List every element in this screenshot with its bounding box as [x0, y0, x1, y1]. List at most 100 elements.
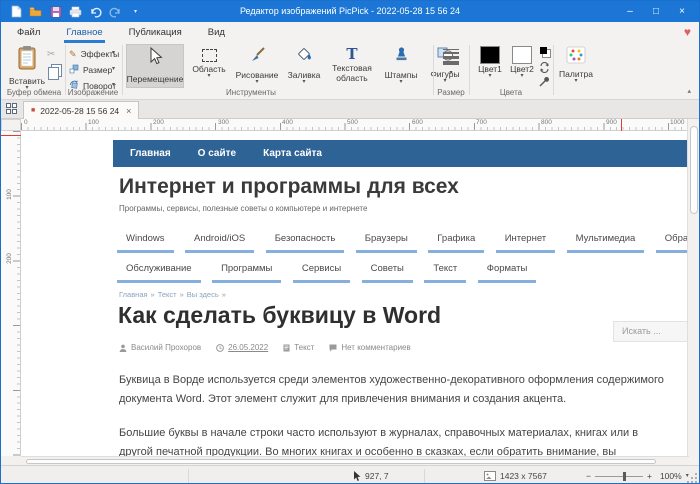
webpage-menu-item: Интернет [495, 229, 556, 253]
breadcrumb-link: Главная [119, 290, 148, 299]
paste-button[interactable]: Вставить ▾ [7, 45, 47, 91]
fill-tool-button[interactable]: Заливка ▾ [285, 44, 323, 88]
brush-icon [249, 46, 266, 68]
effects-icon: ✎ [69, 48, 77, 59]
breadcrumb-link: Текст [157, 290, 177, 299]
text-area-label-2: область [336, 73, 368, 83]
zoom-level[interactable]: 100% [660, 466, 682, 483]
tools-group-label: Инструменты [226, 88, 276, 97]
webpage-paragraph-1: Буквица в Ворде используется среди элеме… [119, 374, 664, 405]
move-tool-label: Перемещение [126, 74, 184, 84]
image-size: 1423 x 7567 [484, 466, 547, 483]
webpage-search-box: Искать ... [613, 321, 689, 342]
ribbon-separator [122, 45, 123, 95]
line-size-button[interactable]: ▾ [437, 47, 465, 76]
color1-button[interactable]: Цвет1 ▾ [475, 46, 505, 79]
text-area-tool-button[interactable]: T Текстовая область [328, 44, 376, 88]
webpage-menu-item: Форматы [477, 259, 537, 283]
ribbon-collapse-icon[interactable]: ▴ [687, 87, 691, 95]
palette-icon [566, 46, 586, 69]
ruler-label: 900 [606, 119, 617, 126]
maximize-button[interactable]: □ [643, 1, 669, 22]
heart-icon[interactable]: ♥ [684, 25, 691, 39]
webpage-meta-author: Василий Прохоров [119, 343, 201, 352]
copy-icon[interactable] [48, 67, 59, 80]
menu-share[interactable]: Публикация [127, 23, 184, 42]
document-tab[interactable]: ■ 2022-05-28 15 56 24 × [23, 101, 140, 119]
webpage-menu-item: Текст [424, 259, 467, 283]
zoom-in-button[interactable]: + [647, 466, 652, 483]
ruler-label: 800 [541, 119, 552, 126]
breadcrumb-separator: » [150, 290, 155, 299]
vertical-ruler[interactable]: 100 200 [1, 131, 21, 456]
image-group-label: Изображение [67, 88, 119, 97]
palette-button[interactable]: Палитра ▾ [558, 46, 594, 84]
comment-icon [329, 344, 337, 351]
ruler-label: 100 [88, 119, 99, 126]
minimize-button[interactable]: – [617, 1, 643, 22]
draw-tool-button[interactable]: Рисование ▾ [234, 44, 280, 88]
menu-home[interactable]: Главное [64, 23, 105, 43]
webpage-nav-about: О сайте [197, 148, 237, 159]
breadcrumb-link: Вы здесь [186, 290, 219, 299]
zoom-slider[interactable] [594, 471, 643, 481]
palette-chevron-icon: ▾ [574, 78, 578, 84]
stamps-tool-button[interactable]: Штампы ▾ [381, 44, 421, 88]
stamp-icon [393, 46, 410, 68]
ruler-label: 400 [282, 119, 293, 126]
horizontal-scrollbar[interactable] [21, 456, 689, 465]
resize-button[interactable]: Размер [69, 63, 112, 77]
zoom-slider-thumb[interactable] [622, 471, 626, 481]
webpage-menu-item: Образование [655, 229, 689, 253]
color2-swatch [512, 46, 532, 64]
image-canvas[interactable]: Главная О сайте Карта сайта Интернет и п… [21, 131, 689, 456]
resize-grip[interactable] [687, 473, 697, 483]
webpage-menu-item: Браузеры [355, 229, 417, 253]
tab-close-icon[interactable]: × [126, 106, 131, 116]
text-area-icon: T [346, 45, 358, 63]
webpage-menu-item: Советы [361, 259, 413, 283]
colors-group-label: Цвета [499, 88, 523, 97]
horizontal-scrollbar-thumb[interactable] [26, 459, 656, 464]
color2-button[interactable]: Цвет2 ▾ [507, 46, 537, 79]
webpage-menu-item: Сервисы [292, 259, 351, 283]
fg-bg-colors-icon[interactable] [540, 47, 547, 54]
cut-icon[interactable]: ✂ [47, 49, 55, 60]
scrollbar-corner [1, 456, 21, 465]
webpage-paragraph-2: Большие буквы в начале строки часто испо… [119, 427, 639, 456]
webpage-tagline: Программы, сервисы, полезные советы о ко… [119, 204, 368, 213]
zoom-out-button[interactable]: − [586, 466, 591, 483]
ribbon-separator [553, 45, 554, 95]
menu-file[interactable]: Файл [15, 23, 42, 42]
cursor-position-icon [354, 470, 361, 481]
webpage-meta-row: Василий Прохоров 26.05.2022 Текст Нет ко… [119, 343, 411, 352]
zoom-controls: − + 100% ▾ [586, 466, 689, 483]
webpage-nav-sitemap: Карта сайта [263, 148, 322, 159]
webpage-site-title: Интернет и программы для всех [119, 175, 459, 198]
picpick-window: ▾ Редактор изображений PicPick - 2022-05… [0, 0, 700, 484]
document-tabbar: ■ 2022-05-28 15 56 24 × [1, 100, 699, 119]
selection-tool-button[interactable]: Область ▾ [189, 44, 229, 88]
tab-title: 2022-05-28 15 56 24 [40, 105, 120, 116]
ruler-label: 200 [153, 119, 164, 126]
close-button[interactable]: × [669, 1, 695, 22]
webpage-meta-date: 26.05.2022 [216, 343, 268, 352]
webpage-menu-item: Windows [117, 229, 174, 253]
vertical-scrollbar[interactable] [687, 119, 699, 456]
clipboard-icon [16, 45, 38, 76]
ribbon: Вставить ▾ ✂ Буфер обмена ✎ Эффекты ▾ Ра… [1, 43, 699, 100]
move-tool-button[interactable]: Перемещение [126, 44, 184, 88]
horizontal-ruler[interactable]: 0 100 200 300 400 500 600 700 800 900 10… [21, 119, 689, 131]
ruler-label: 700 [476, 119, 487, 126]
ruler-label: 500 [347, 119, 358, 126]
fill-chevron-icon: ▾ [302, 79, 306, 85]
vertical-scrollbar-thumb[interactable] [690, 126, 698, 214]
webpage-menu-row1: Windows Android/iOS Безопасность Браузер… [117, 228, 689, 253]
webpage-breadcrumb: Главная» Текст» Вы здесь» [119, 290, 229, 299]
selection-chevron-icon: ▾ [207, 73, 211, 79]
webpage-nav-home: Главная [130, 148, 171, 159]
document-icon [283, 344, 290, 351]
window-controls: – □ × [617, 1, 695, 22]
menu-view[interactable]: Вид [206, 23, 227, 42]
tile-view-icon[interactable] [6, 103, 19, 116]
